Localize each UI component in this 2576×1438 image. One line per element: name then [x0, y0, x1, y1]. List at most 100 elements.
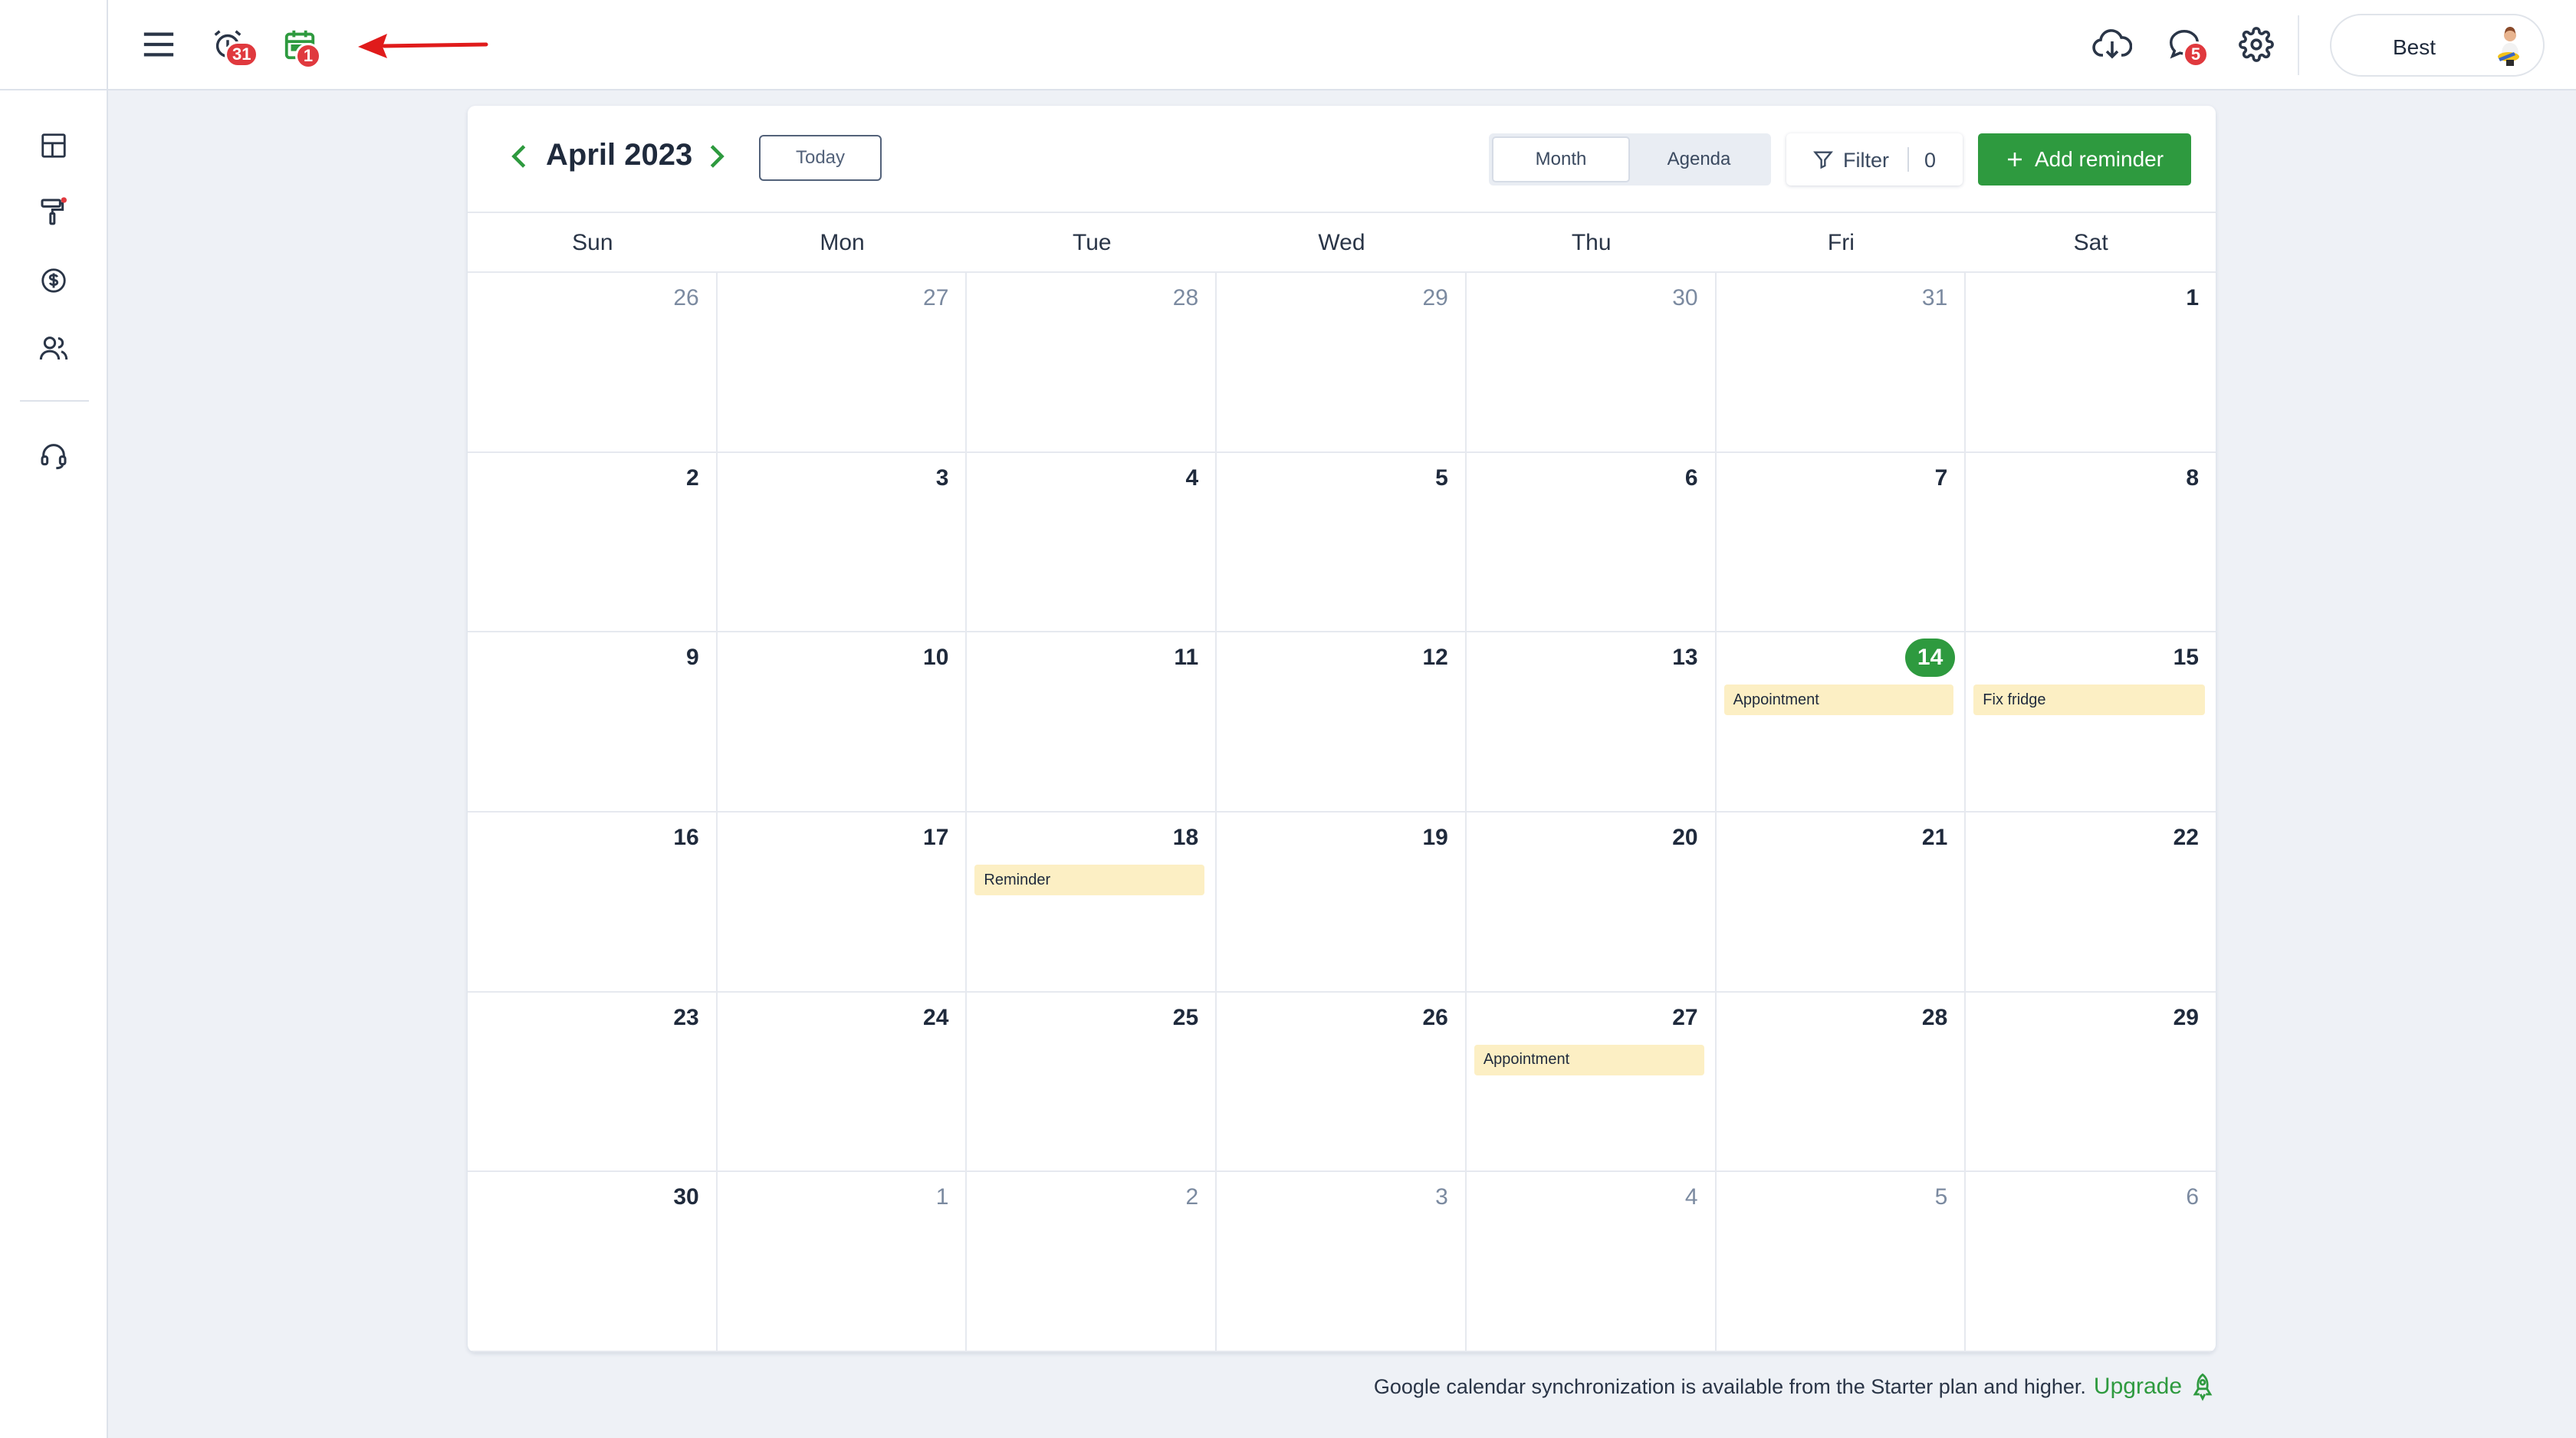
day-cell[interactable]: 11	[967, 632, 1217, 813]
day-cell[interactable]: 29	[1217, 273, 1467, 453]
agenda-view-tab[interactable]: Agenda	[1630, 136, 1768, 182]
chat-icon[interactable]: 5	[2163, 23, 2209, 67]
day-cell[interactable]: 30	[468, 1172, 718, 1352]
calendar-event[interactable]: Fix fridge	[1973, 685, 2205, 716]
day-cell[interactable]: 19	[1217, 813, 1467, 993]
day-cell[interactable]: 22	[1966, 813, 2216, 993]
calendar-event[interactable]: Appointment	[1474, 1044, 1704, 1075]
day-cell[interactable]: 20	[1466, 813, 1717, 993]
day-cell[interactable]: 6	[1466, 452, 1717, 633]
user-menu[interactable]: Best	[2330, 14, 2545, 77]
day-number: 13	[1672, 645, 1698, 671]
month-view-tab[interactable]: Month	[1492, 136, 1630, 182]
next-month-button[interactable]	[701, 141, 731, 172]
cloud-download-icon[interactable]	[2091, 23, 2134, 66]
day-cell[interactable]: 28	[967, 273, 1217, 453]
day-number: 2	[1185, 1184, 1199, 1210]
day-cell[interactable]: 29	[1966, 993, 2216, 1173]
day-number: 28	[1921, 1004, 1948, 1030]
red-arrow-annotation-icon	[358, 34, 488, 58]
day-cell[interactable]: 25	[967, 992, 1217, 1173]
users-icon[interactable]	[35, 330, 72, 366]
day-number: 26	[1422, 1004, 1448, 1030]
day-cell[interactable]: 5	[1217, 452, 1467, 633]
sidebar-divider	[20, 400, 89, 402]
gear-icon[interactable]	[2235, 23, 2278, 66]
day-cell[interactable]: 12	[1217, 632, 1467, 813]
today-button[interactable]: Today	[759, 135, 882, 181]
upgrade-link[interactable]: Upgrade	[2094, 1374, 2182, 1400]
weekday-wed: Wed	[1318, 230, 1365, 255]
dollar-icon[interactable]	[35, 262, 72, 299]
filter-funnel-icon	[1812, 149, 1834, 174]
add-reminder-button[interactable]: Add reminder	[1978, 133, 2191, 185]
day-cell[interactable]: 3	[717, 452, 968, 633]
dashboard-icon[interactable]	[35, 127, 72, 164]
hamburger-menu-icon[interactable]	[137, 23, 180, 66]
day-number: 24	[923, 1004, 949, 1030]
day-number: 5	[1934, 1184, 1948, 1210]
day-number: 8	[2186, 465, 2199, 491]
day-cell[interactable]: 8	[1966, 453, 2216, 633]
calendar-count-badge: 1	[295, 43, 321, 69]
day-cell[interactable]: 28	[1716, 992, 1967, 1173]
day-cell[interactable]: 27 Appointment	[1466, 992, 1717, 1173]
reminder-alarm-icon[interactable]: 31	[206, 23, 259, 67]
day-cell[interactable]: 26	[1217, 992, 1467, 1173]
day-cell[interactable]: 1	[717, 1172, 968, 1352]
day-cell[interactable]: 7	[1716, 452, 1967, 633]
day-cell[interactable]: 23	[468, 992, 718, 1173]
day-cell[interactable]: 4	[967, 452, 1217, 633]
filter-divider	[1907, 147, 1909, 172]
support-headset-icon[interactable]	[35, 437, 72, 474]
day-cell[interactable]: 1	[1966, 273, 2216, 453]
day-cell[interactable]: 4	[1466, 1172, 1717, 1352]
calendar-header: April 2023 Today Month Agenda Filter 0 A…	[468, 106, 2216, 213]
calendar-event[interactable]: Reminder	[974, 865, 1205, 895]
topbar-divider	[2298, 15, 2299, 75]
filter-button[interactable]: Filter 0	[1786, 133, 1963, 185]
rocket-icon[interactable]	[2190, 1372, 2216, 1401]
day-cell[interactable]: 27	[717, 273, 968, 453]
day-cell[interactable]: 17	[717, 813, 968, 993]
sync-note-text: Google calendar synchronization is avail…	[1373, 1374, 2086, 1398]
calendar-event[interactable]: Appointment	[1723, 685, 1954, 716]
day-cell[interactable]: 6	[1966, 1172, 2216, 1352]
weekday-sat: Sat	[2073, 230, 2108, 255]
day-number: 3	[1435, 1184, 1448, 1210]
day-cell[interactable]: 13	[1466, 632, 1717, 813]
day-cell[interactable]: 10	[717, 632, 968, 813]
day-cell[interactable]: 2	[468, 452, 718, 633]
view-toggle: Month Agenda	[1489, 133, 1771, 185]
day-number: 27	[923, 285, 949, 310]
day-number: 1	[2186, 285, 2199, 310]
day-cell[interactable]: 9	[468, 632, 718, 813]
day-cell[interactable]: 18 Reminder	[967, 813, 1217, 993]
weekday-mon: Mon	[820, 230, 865, 255]
avatar	[2488, 23, 2532, 67]
logo-area	[0, 0, 107, 90]
day-cell[interactable]: 31	[1716, 273, 1967, 453]
weekday-fri: Fri	[1827, 230, 1855, 255]
day-cell[interactable]: 16	[468, 813, 718, 993]
calendar-icon[interactable]: 1	[278, 23, 321, 69]
day-cell[interactable]: 14 Appointment	[1716, 632, 1967, 813]
day-cell[interactable]: 21	[1716, 813, 1967, 993]
day-number: 16	[673, 825, 699, 850]
day-cell[interactable]: 30	[1466, 273, 1717, 453]
paint-roller-icon[interactable]	[35, 193, 72, 230]
filter-label: Filter	[1843, 149, 1889, 172]
day-cell[interactable]: 24	[717, 992, 968, 1173]
day-number: 30	[673, 1184, 699, 1210]
prev-month-button[interactable]	[504, 141, 535, 172]
day-cell[interactable]: 3	[1217, 1172, 1467, 1352]
day-cell[interactable]: 2	[967, 1172, 1217, 1352]
month-title: April 2023	[546, 138, 693, 172]
calendar-card: April 2023 Today Month Agenda Filter 0 A…	[468, 106, 2216, 1352]
day-number: 26	[673, 285, 699, 310]
day-number: 10	[923, 645, 949, 671]
day-cell[interactable]: 26	[468, 273, 718, 453]
day-cell[interactable]: 15 Fix fridge	[1966, 632, 2216, 813]
day-number: 17	[923, 825, 949, 850]
day-cell[interactable]: 5	[1716, 1172, 1967, 1352]
